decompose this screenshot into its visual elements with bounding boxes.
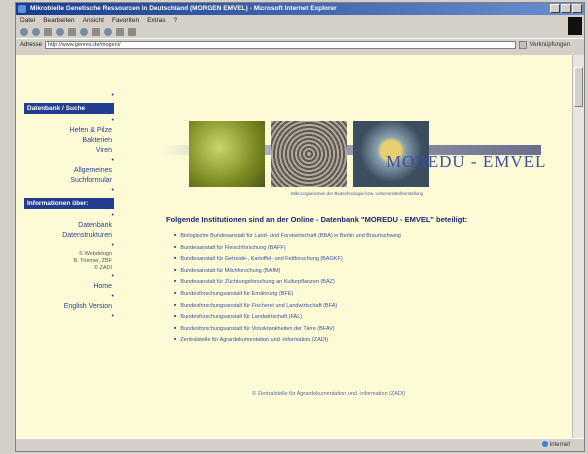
microscopy-image-1 — [189, 121, 265, 187]
nav-section-information: Informationen über: — [24, 198, 114, 209]
institution-link[interactable]: Bundesanstalt für Fleischforschung (BAFF… — [174, 242, 401, 254]
banner: MOREDU - EMVEL Mikroorganismen der Biote… — [161, 117, 553, 205]
institution-link[interactable]: Bundesanstalt für Züchtungsforschung an … — [174, 276, 401, 288]
globe-icon — [541, 441, 548, 447]
menu-view[interactable]: Ansicht — [83, 15, 104, 26]
minimize-button[interactable] — [550, 4, 560, 13]
nav-link-bacteria[interactable]: Bakterien — [24, 136, 114, 146]
bullet-icon: • — [111, 313, 114, 320]
menu-favorites[interactable]: Favoriten — [112, 15, 139, 26]
credit-author: B. Triemer, ZBF — [73, 258, 112, 264]
forward-icon[interactable] — [32, 28, 40, 36]
security-zone: Internet — [541, 439, 570, 451]
print-icon[interactable] — [128, 28, 136, 36]
page-heading: Folgende Institutionen sind an der Onlin… — [166, 215, 468, 224]
windows-logo-icon — [568, 17, 582, 35]
menu-bar: Datei Bearbeiten Ansicht Favoriten Extra… — [16, 15, 584, 35]
bullet-icon: • — [111, 212, 114, 219]
nav-link-home[interactable]: Home — [24, 282, 114, 292]
menu-help[interactable]: ? — [174, 15, 178, 26]
search-icon[interactable] — [80, 28, 88, 36]
credit-zadi: © ZADI — [93, 265, 112, 271]
institution-link[interactable]: Bundesanstalt für Getreide-, Kartoffel- … — [174, 253, 401, 265]
page-content: • Datenbank / Suche • Hefen & Pilze Bakt… — [16, 55, 572, 441]
bullet-icon: • — [111, 117, 114, 124]
bullet-icon: • — [111, 273, 114, 280]
address-label: Adresse — [20, 42, 43, 48]
banner-subtitle: Mikroorganismen der Biotechnologie bzw. … — [291, 191, 424, 196]
history-icon[interactable] — [104, 28, 112, 36]
toolbar — [16, 26, 584, 38]
nav-link-general[interactable]: Allgemeines — [24, 166, 114, 176]
vertical-scrollbar[interactable] — [572, 55, 584, 441]
left-navigation: • Datenbank / Suche • Hefen & Pilze Bakt… — [24, 91, 114, 322]
ie-logo-icon — [18, 5, 26, 13]
bullet-icon: • — [111, 187, 114, 194]
bullet-icon: • — [111, 293, 114, 300]
institution-list: Biologische Bundesanstalt für Land- und … — [174, 230, 401, 346]
nav-link-viruses[interactable]: Viren — [24, 146, 114, 156]
nav-link-search-form[interactable]: Suchformular — [24, 176, 114, 186]
mail-icon[interactable] — [116, 28, 124, 36]
institution-link[interactable]: Bundesanstalt für Milchforschung (BAfM) — [174, 265, 401, 277]
microscopy-image-2 — [271, 121, 347, 187]
institution-link[interactable]: Bundesforschungsanstalt für Viruskrankhe… — [174, 323, 401, 335]
browser-window: Mikrobielle Genetische Ressourcen in Deu… — [15, 2, 585, 452]
maximize-button[interactable] — [561, 4, 571, 13]
nav-section-database-search: Datenbank / Suche — [24, 103, 114, 114]
institution-link[interactable]: Zentralstelle für Agrardokumentation und… — [174, 334, 401, 346]
nav-link-data-structures[interactable]: Datenstrukturen — [24, 231, 114, 241]
menu-file[interactable]: Datei — [20, 15, 35, 26]
institution-link[interactable]: Bundesforschungsanstalt für Fischerei un… — [174, 300, 401, 312]
footer-copyright[interactable]: © Zentralstelle für Agrardokumentation u… — [252, 391, 405, 397]
refresh-icon[interactable] — [56, 28, 64, 36]
address-input[interactable] — [45, 41, 516, 49]
credit-webdesign: © Webdesign — [79, 251, 112, 257]
title-bar: Mikrobielle Genetische Ressourcen in Deu… — [16, 3, 584, 15]
back-icon[interactable] — [20, 28, 28, 36]
close-button[interactable] — [572, 4, 582, 13]
home-icon[interactable] — [68, 28, 76, 36]
institution-link[interactable]: Bundesforschungsanstalt für Ernährung (B… — [174, 288, 401, 300]
menu-tools[interactable]: Extras — [147, 15, 165, 26]
site-logo: MOREDU - EMVEL — [386, 152, 547, 171]
institution-link[interactable]: Biologische Bundesanstalt für Land- und … — [174, 230, 400, 242]
address-bar: Adresse Verknüpfungen — [16, 38, 584, 51]
links-label[interactable]: Verknüpfungen — [530, 42, 584, 48]
bullet-icon: • — [111, 92, 114, 99]
scrollbar-thumb[interactable] — [574, 67, 583, 107]
bullet-icon: • — [111, 242, 114, 249]
nav-link-database[interactable]: Datenbank — [24, 221, 114, 231]
zone-label: Internet — [549, 442, 570, 448]
window-title: Mikrobielle Genetische Ressourcen in Deu… — [30, 5, 337, 12]
institution-link[interactable]: Bundesforschungsanstalt für Landwirtscha… — [174, 311, 401, 323]
nav-link-english-version[interactable]: English Version — [24, 302, 114, 312]
status-bar: Internet — [16, 438, 584, 451]
favorites-icon[interactable] — [92, 28, 100, 36]
menu-edit[interactable]: Bearbeiten — [43, 15, 74, 26]
bullet-icon: • — [111, 157, 114, 164]
dropdown-arrow-icon[interactable] — [518, 41, 527, 49]
stop-icon[interactable] — [44, 28, 52, 36]
nav-link-yeasts-fungi[interactable]: Hefen & Pilze — [24, 126, 114, 136]
